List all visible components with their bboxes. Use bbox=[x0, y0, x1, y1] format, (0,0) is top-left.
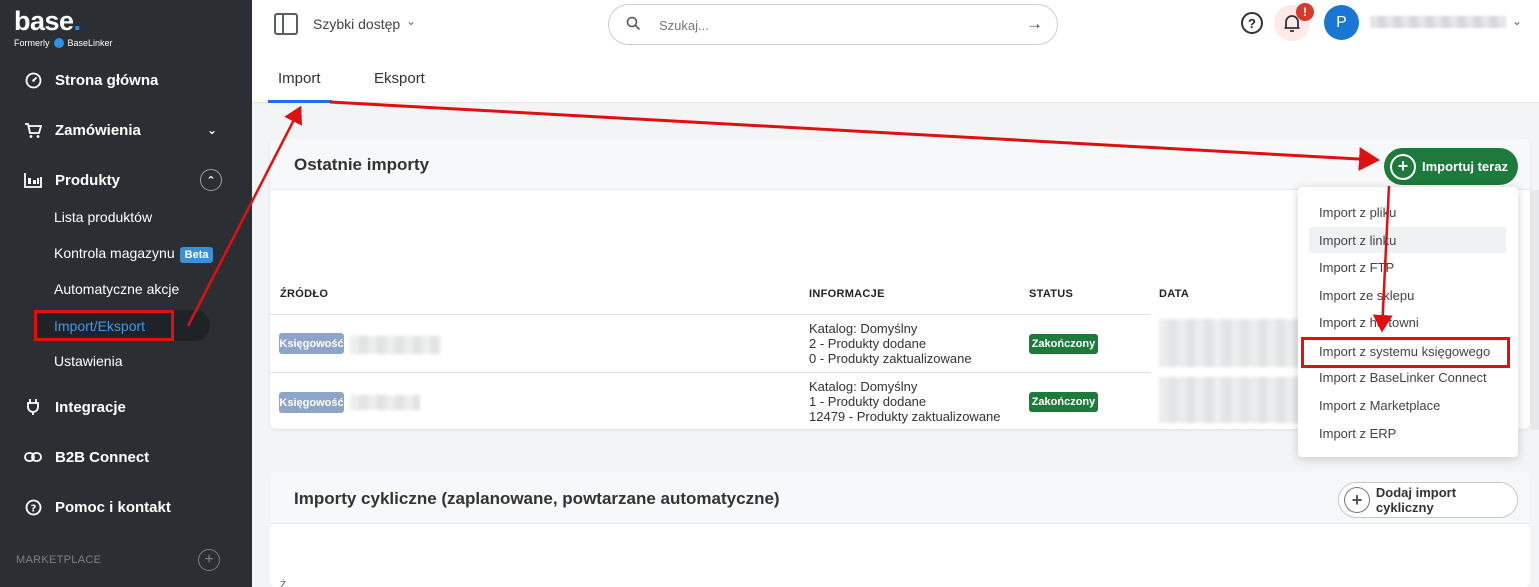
source-badge: Księgowość bbox=[279, 333, 344, 354]
table-header-divider bbox=[270, 314, 1150, 315]
help-circle-icon: ? bbox=[24, 498, 42, 516]
source-badge: Księgowość bbox=[279, 392, 344, 413]
date-redacted bbox=[1159, 319, 1299, 367]
chevron-up-icon[interactable]: ⌃ bbox=[200, 169, 222, 191]
column-header-status: STATUS bbox=[1029, 288, 1074, 300]
svg-text:?: ? bbox=[30, 503, 36, 514]
import-now-button[interactable]: + Importuj teraz bbox=[1384, 148, 1518, 185]
menu-item-import-bl-connect[interactable]: Import z BaseLinker Connect bbox=[1319, 370, 1487, 385]
products-icon bbox=[24, 171, 42, 189]
menu-item-import-file[interactable]: Import z pliku bbox=[1319, 205, 1396, 220]
import-menu-dropdown: Import z pliku Import z linku Import z F… bbox=[1298, 187, 1518, 457]
button-label: Dodaj import cykliczny bbox=[1375, 485, 1457, 515]
formerly-label: Formerly bbox=[14, 38, 50, 48]
add-marketplace-icon[interactable]: + bbox=[198, 549, 220, 571]
source-name-redacted bbox=[350, 395, 420, 410]
sidebar-toggle-icon[interactable] bbox=[274, 13, 298, 35]
quick-access-label[interactable]: Szybki dostęp bbox=[313, 16, 400, 32]
search-icon bbox=[626, 16, 641, 35]
logo-wordmark: base. bbox=[14, 6, 81, 36]
help-icon[interactable]: ? bbox=[1241, 12, 1263, 34]
cyclic-imports-card: Importy cykliczne (zaplanowane, powtarza… bbox=[270, 472, 1530, 587]
menu-item-import-erp[interactable]: Import z ERP bbox=[1319, 426, 1396, 441]
sidebar-item-label: Integracje bbox=[55, 398, 126, 416]
sidebar-item-help[interactable]: ? Pomoc i kontakt bbox=[0, 489, 252, 525]
sidebar-item-label: Produkty bbox=[55, 171, 121, 189]
sidebar-item-orders[interactable]: Zamówienia ⌄ bbox=[0, 112, 252, 148]
sidebar-item-b2b[interactable]: B2B Connect bbox=[0, 439, 252, 475]
sidebar-item-products[interactable]: Produkty ⌃ bbox=[0, 162, 252, 198]
annotation-highlight-box bbox=[34, 310, 174, 341]
top-bar: Szybki dostęp ⌄ Szukaj... → ? ! P ⌄ Impo… bbox=[252, 0, 1539, 103]
card-title: Importy cykliczne (zaplanowane, powtarza… bbox=[294, 489, 780, 508]
column-header-date: DATA bbox=[1159, 288, 1190, 300]
arrow-right-icon[interactable]: → bbox=[1026, 14, 1043, 34]
row-divider bbox=[270, 372, 1150, 373]
sidebar: base. Formerly BaseLinker Strona główna … bbox=[0, 0, 252, 587]
card-header: Importy cykliczne (zaplanowane, powtarza… bbox=[270, 472, 1530, 524]
sidebar-item-integrations[interactable]: Integracje bbox=[0, 389, 252, 425]
plus-icon: + bbox=[1390, 153, 1416, 180]
notification-badge: ! bbox=[1296, 3, 1314, 21]
page-edge-redacted bbox=[1530, 190, 1539, 430]
search-input[interactable]: Szukaj... → bbox=[608, 4, 1058, 45]
column-header-source: ŹRÓDŁO bbox=[280, 288, 329, 300]
beta-badge: Beta bbox=[179, 247, 214, 263]
formerly-brand: BaseLinker bbox=[67, 38, 113, 48]
chevron-down-icon: ⌄ bbox=[206, 123, 217, 137]
menu-item-import-marketplace[interactable]: Import z Marketplace bbox=[1319, 398, 1440, 413]
column-header-fragment: Ź bbox=[280, 580, 287, 587]
card-header: Ostatnie importy + Importuj teraz bbox=[270, 139, 1530, 190]
marketplace-section-label: MARKETPLACE bbox=[16, 554, 102, 566]
sidebar-item-label: Strona główna bbox=[55, 71, 159, 89]
column-header-info: INFORMACJE bbox=[809, 288, 885, 300]
source-name-redacted bbox=[350, 336, 440, 354]
status-badge: Zakończony bbox=[1029, 334, 1098, 354]
sidebar-item-home[interactable]: Strona główna bbox=[0, 62, 252, 98]
sidebar-item-label: Zamówienia bbox=[55, 121, 141, 139]
plug-icon bbox=[24, 398, 42, 416]
chevron-down-icon[interactable]: ⌄ bbox=[1512, 14, 1522, 28]
dashboard-icon bbox=[24, 71, 42, 89]
sidebar-item-label: B2B Connect bbox=[55, 448, 150, 466]
import-info: Katalog: Domyślny 1 - Produkty dodane 12… bbox=[809, 379, 1001, 424]
menu-item-import-wholesaler[interactable]: Import z hurtowni bbox=[1319, 315, 1419, 330]
menu-item-import-ftp[interactable]: Import z FTP bbox=[1319, 260, 1394, 275]
baselinker-logo-icon bbox=[53, 38, 64, 48]
chevron-down-icon[interactable]: ⌄ bbox=[406, 14, 416, 28]
tab-export[interactable]: Eksport bbox=[374, 70, 425, 87]
sidebar-subitem-auto-actions[interactable]: Automatyczne akcje bbox=[54, 281, 179, 297]
menu-item-import-shop[interactable]: Import ze sklepu bbox=[1319, 288, 1414, 303]
sidebar-subitem-settings[interactable]: Ustawienia bbox=[54, 353, 122, 369]
sidebar-subitem-stock-control[interactable]: Kontrola magazynu Beta bbox=[54, 245, 214, 263]
brand-logo[interactable]: base. Formerly BaseLinker bbox=[14, 6, 113, 48]
menu-item-import-link[interactable]: Import z linku bbox=[1319, 233, 1396, 248]
cart-icon bbox=[24, 121, 42, 139]
annotation-highlight-box bbox=[1301, 337, 1510, 368]
link-icon bbox=[24, 448, 42, 466]
user-name-redacted bbox=[1370, 16, 1506, 28]
tab-import[interactable]: Import bbox=[278, 70, 321, 87]
avatar[interactable]: P bbox=[1324, 5, 1359, 40]
logo-formerly: Formerly BaseLinker bbox=[14, 38, 113, 48]
status-badge: Zakończony bbox=[1029, 392, 1098, 412]
import-info: Katalog: Domyślny 2 - Produkty dodane 0 … bbox=[809, 321, 972, 366]
card-title: Ostatnie importy bbox=[294, 155, 430, 174]
search-placeholder: Szukaj... bbox=[659, 18, 709, 33]
sidebar-item-label: Pomoc i kontakt bbox=[55, 498, 171, 516]
button-label: Importuj teraz bbox=[1422, 159, 1508, 174]
active-tab-indicator bbox=[268, 100, 332, 103]
sidebar-subitem-product-list[interactable]: Lista produktów bbox=[54, 209, 152, 225]
add-cyclic-import-button[interactable]: + Dodaj import cykliczny bbox=[1338, 482, 1518, 518]
plus-icon: + bbox=[1344, 487, 1370, 513]
date-redacted bbox=[1159, 377, 1299, 423]
